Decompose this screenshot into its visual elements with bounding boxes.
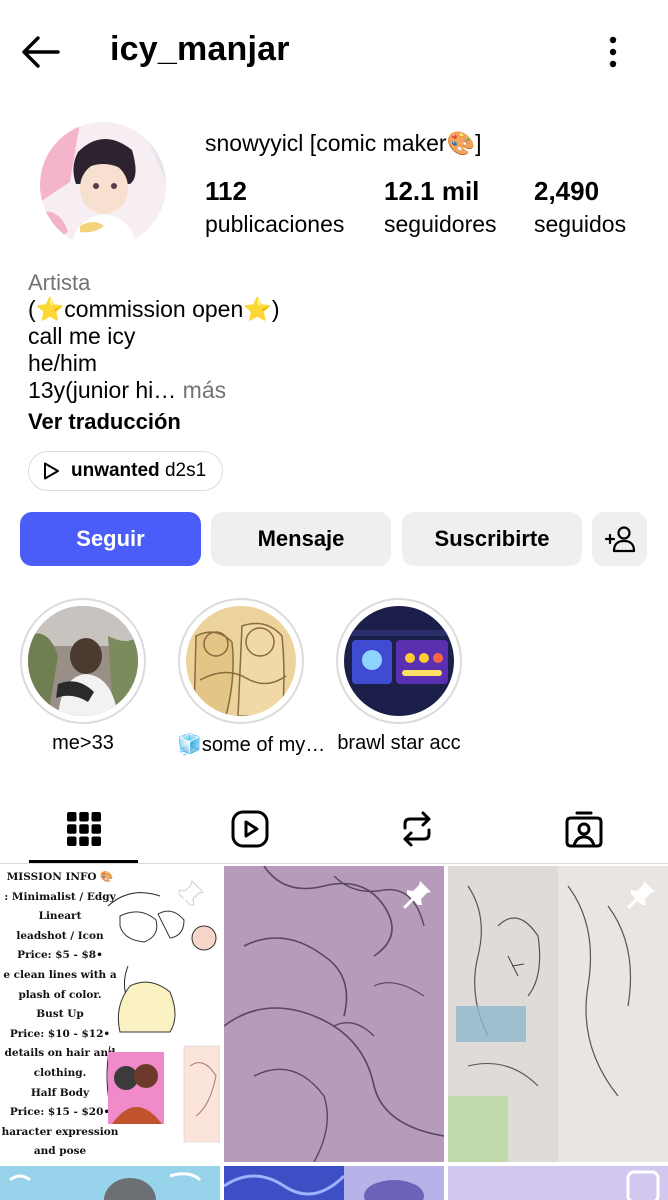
bio-line: call me icy [28, 323, 136, 349]
profile-avatar[interactable] [40, 122, 166, 248]
active-tab-indicator [29, 860, 138, 863]
tab-posts[interactable] [29, 796, 139, 863]
grid-post[interactable] [448, 866, 668, 1162]
story-highlight[interactable]: brawl star acc [335, 598, 463, 755]
post-thumbnail [448, 1166, 668, 1200]
grid-icon [67, 812, 101, 846]
post-thumbnail [224, 866, 444, 1162]
grid-post-commission-info[interactable]: MISSION INFO 🎨 : Minimalist / Edgy Linea… [0, 866, 220, 1162]
repost-icon [403, 811, 431, 847]
tab-tagged[interactable] [529, 796, 639, 862]
highlight-cover-image [186, 606, 296, 716]
more-vertical-icon [609, 36, 617, 68]
stat-followers[interactable]: 12.1 mil seguidores [384, 176, 497, 238]
highlight-label: 🧊some of my… [177, 734, 326, 756]
grid-post[interactable] [448, 1166, 668, 1200]
suggest-people-button[interactable] [592, 512, 647, 566]
bio-truncated-text: 13y(junior hi… [28, 377, 177, 403]
story-highlight[interactable]: 🧊some of my… [177, 598, 326, 757]
pinned-icon [627, 881, 655, 909]
profile-bio: Artista (⭐commission open⭐) call me icy … [28, 270, 648, 438]
post-thumbnail [224, 1166, 444, 1200]
stat-posts-count: 112 [205, 176, 247, 206]
back-button[interactable] [18, 34, 62, 70]
profile-tabs [0, 796, 668, 864]
stat-posts-label: publicaciones [205, 211, 345, 237]
stat-followers-count: 12.1 mil [384, 176, 480, 206]
profile-username: icy_manjar [110, 30, 290, 68]
commission-sketches [106, 892, 220, 1143]
bio-more-link[interactable]: más [176, 377, 226, 403]
pinned-icon [175, 880, 204, 909]
top-bar: icy_manjar [0, 0, 668, 104]
highlight-cover-image [344, 606, 454, 716]
reels-icon [231, 810, 269, 848]
grid-post[interactable] [224, 1166, 444, 1200]
tab-reposts[interactable] [362, 796, 472, 862]
person-add-icon [604, 526, 635, 553]
follow-button[interactable]: Seguir [20, 512, 201, 566]
bio-line: he/him [28, 350, 98, 376]
audio-artist: d2s1 [159, 460, 207, 481]
bio-line: (⭐commission open⭐) [28, 296, 280, 322]
grid-post[interactable] [224, 866, 444, 1162]
bio-truncated-line: 13y(junior hi… más [28, 377, 648, 404]
see-translation-link[interactable]: Ver traducción [28, 406, 648, 438]
arrow-left-icon [22, 36, 60, 68]
stat-following-label: seguidos [534, 211, 627, 237]
highlight-cover-image [28, 606, 138, 716]
stat-following-count: 2,490 [534, 176, 600, 206]
profile-audio-pill[interactable]: unwanted d2s1 [28, 451, 224, 491]
pinned-icon [403, 881, 431, 909]
subscribe-button[interactable]: Suscribirte [402, 512, 582, 566]
post-thumbnail [0, 1166, 220, 1200]
stat-followers-label: seguidores [384, 211, 497, 237]
profile-display-name: snowyyicl [comic maker🎨] [205, 130, 482, 156]
more-options-button[interactable] [598, 32, 628, 72]
tab-reels[interactable] [195, 796, 305, 862]
story-highlight[interactable]: me>33 [19, 598, 147, 755]
play-outline-icon [44, 462, 59, 480]
stat-posts[interactable]: 112 publicaciones [205, 176, 344, 238]
highlight-label: brawl star acc [337, 732, 461, 754]
message-button[interactable]: Mensaje [211, 512, 391, 566]
post-thumbnail [448, 866, 668, 1162]
stat-following[interactable]: 2,490 seguidos [534, 176, 626, 238]
audio-title: unwanted [71, 460, 160, 481]
tagged-icon [565, 811, 603, 848]
grid-post[interactable] [0, 1166, 220, 1200]
highlight-label: me>33 [52, 732, 114, 754]
bio-category: Artista [28, 270, 91, 295]
